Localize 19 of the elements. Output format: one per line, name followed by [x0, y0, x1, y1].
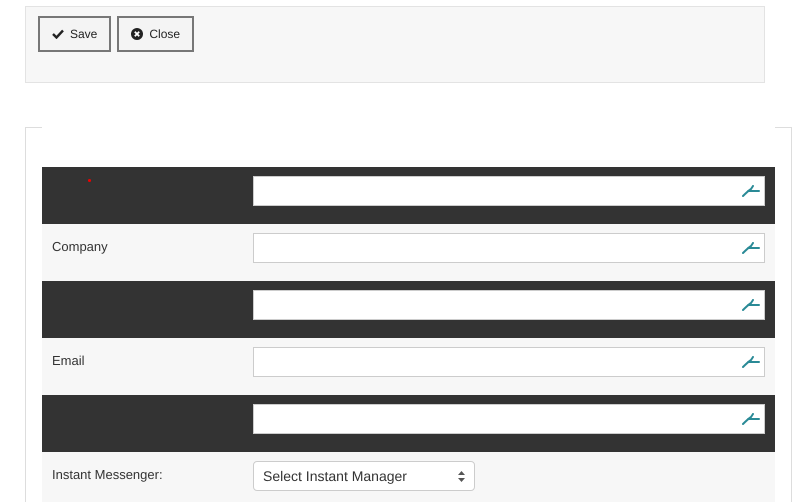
text-field[interactable]: [253, 176, 765, 206]
sort-arrows-icon: [458, 470, 465, 482]
field-label: Instant Messenger:: [52, 467, 163, 482]
field-label: Company: [52, 239, 108, 254]
arrow-icon: [742, 299, 760, 311]
text-field[interactable]: [253, 347, 765, 377]
messenger-select[interactable]: Select Instant Manager: [253, 461, 475, 491]
close-icon: [131, 28, 144, 40]
check-icon: [52, 29, 64, 39]
save-button[interactable]: Save: [38, 16, 112, 52]
arrow-icon: [742, 413, 760, 425]
text-field[interactable]: [253, 233, 765, 263]
arrow-icon: [742, 356, 760, 368]
text-field[interactable]: [253, 404, 765, 434]
field-label: Email: [52, 353, 85, 368]
arrow-icon: [742, 242, 760, 254]
text-field[interactable]: [253, 290, 765, 320]
close-button[interactable]: Close: [117, 16, 194, 52]
arrow-icon: [742, 185, 760, 197]
